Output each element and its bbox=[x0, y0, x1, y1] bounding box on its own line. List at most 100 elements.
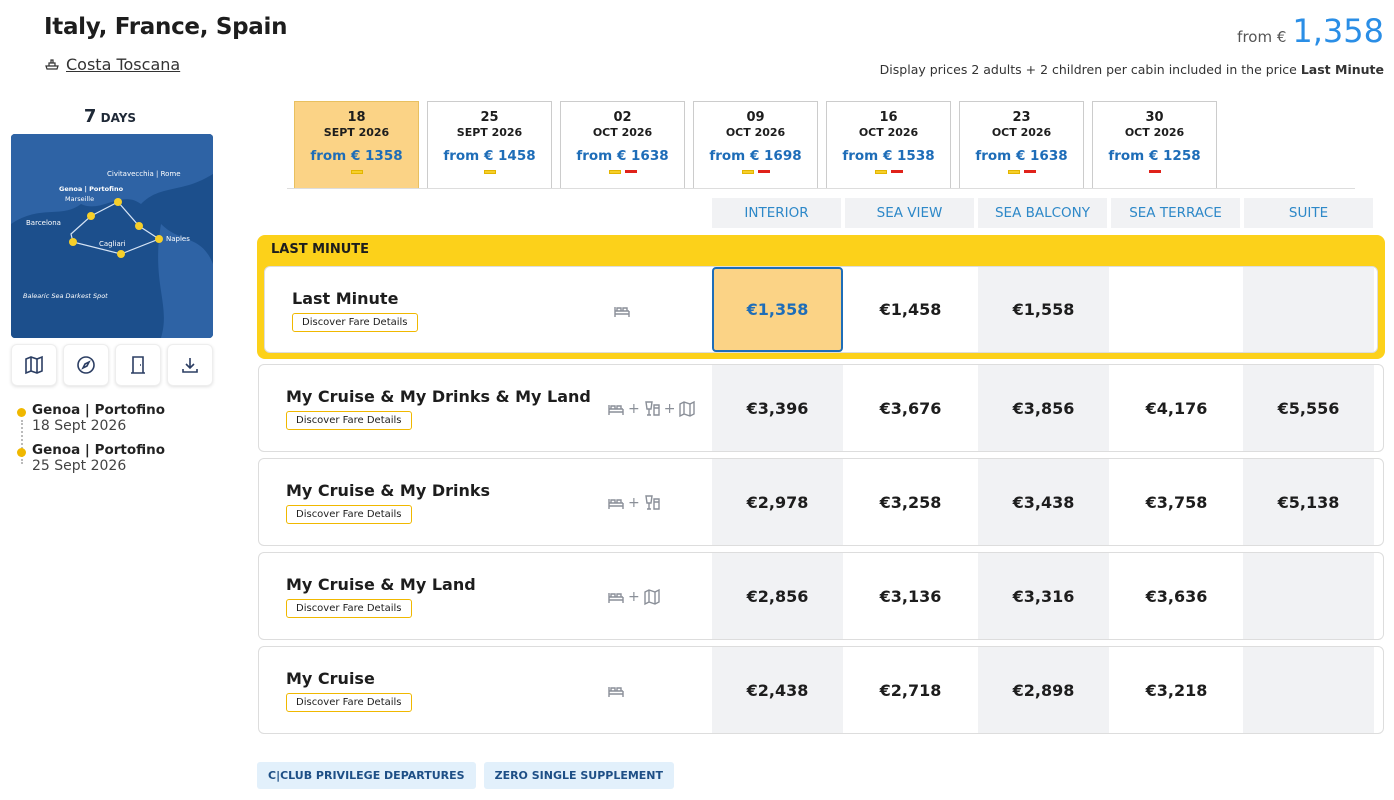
date-tab-month: OCT 2026 bbox=[991, 126, 1052, 139]
fare-row: My Cruise & My Drinks Discover Fare Detai… bbox=[258, 458, 1384, 546]
price-cell[interactable]: €5,138 bbox=[1243, 459, 1374, 545]
days-label: DAYS bbox=[100, 111, 137, 125]
price-cell[interactable]: €3,636 bbox=[1111, 553, 1242, 639]
fare-name: My Cruise bbox=[286, 669, 375, 688]
date-tab-day: 18 bbox=[347, 110, 366, 125]
badges: C|CLUB PRIVILEGE DEPARTURES ZERO SINGLE … bbox=[257, 762, 675, 789]
price-cell[interactable]: €3,758 bbox=[1111, 459, 1242, 545]
map-label-cagliari: Cagliari bbox=[99, 240, 126, 248]
price-cell[interactable]: €3,856 bbox=[978, 365, 1109, 451]
date-tab[interactable]: 02 OCT 2026 from € 1638 bbox=[560, 101, 685, 189]
date-tab-month: OCT 2026 bbox=[592, 126, 653, 139]
cabin-icon bbox=[608, 593, 624, 603]
itinerary-map[interactable]: Civitavecchia | Rome Genoa | Portofino M… bbox=[11, 134, 213, 338]
discover-fare-details-button[interactable]: Discover Fare Details bbox=[286, 693, 412, 712]
from-price-prefix: from € bbox=[1237, 28, 1287, 46]
date-tab-day: 02 bbox=[613, 110, 632, 125]
compass-button[interactable] bbox=[63, 344, 109, 386]
price-cell bbox=[1111, 267, 1242, 352]
price-cell[interactable]: €3,676 bbox=[845, 365, 976, 451]
discover-fare-details-button[interactable]: Discover Fare Details bbox=[286, 599, 412, 618]
from-price: from € 1,358 bbox=[1237, 12, 1384, 50]
promo-marker-icon bbox=[1007, 170, 1020, 174]
map-toolbar bbox=[11, 344, 213, 386]
date-tab[interactable]: 25 SEPT 2026 from € 1458 bbox=[427, 101, 552, 189]
map-label-civitavecchia: Civitavecchia | Rome bbox=[107, 170, 181, 178]
price-cell[interactable]: €3,218 bbox=[1111, 647, 1242, 733]
cabin-button[interactable] bbox=[115, 344, 161, 386]
discover-fare-details-button[interactable]: Discover Fare Details bbox=[292, 313, 418, 332]
route-map-graphic: Civitavecchia | Rome Genoa | Portofino M… bbox=[11, 134, 213, 338]
days-number: 7 bbox=[83, 106, 97, 127]
price-cell[interactable]: €5,556 bbox=[1243, 365, 1374, 451]
display-note-fare: Last Minute bbox=[1300, 62, 1384, 77]
drinks-icon bbox=[644, 401, 660, 416]
ship-name: Costa Toscana bbox=[66, 55, 181, 74]
price-cell[interactable]: €2,718 bbox=[845, 647, 976, 733]
price-cell[interactable]: €3,258 bbox=[845, 459, 976, 545]
date-tab[interactable]: 09 OCT 2026 from € 1698 bbox=[693, 101, 818, 189]
club-privilege-badge[interactable]: C|CLUB PRIVILEGE DEPARTURES bbox=[257, 762, 476, 789]
port-name: Genoa | Portofino bbox=[32, 442, 166, 458]
date-tab[interactable]: 30 OCT 2026 from € 1258 bbox=[1092, 101, 1217, 189]
price-cell[interactable]: €3,438 bbox=[978, 459, 1109, 545]
discover-fare-details-button[interactable]: Discover Fare Details bbox=[286, 411, 412, 430]
fare-row: My Cruise Discover Fare Details €2,438 €2,7… bbox=[258, 646, 1384, 734]
price-cell[interactable]: €3,316 bbox=[978, 553, 1109, 639]
price-cell[interactable]: €1,458 bbox=[845, 267, 976, 352]
alert-marker-icon bbox=[1023, 170, 1036, 173]
departure-date-tabs: 18 SEPT 2026 from € 1358 25 SEPT 2026 from € … bbox=[294, 101, 1217, 189]
price-cell[interactable]: €1,358 bbox=[712, 267, 843, 352]
promo-marker-icon bbox=[483, 170, 496, 174]
ship-icon bbox=[45, 58, 59, 70]
col-head-sea-terrace: SEA TERRACE bbox=[1111, 198, 1240, 228]
plus-icon: + bbox=[628, 401, 640, 417]
price-cell[interactable]: €4,176 bbox=[1111, 365, 1242, 451]
port-item: Genoa | Portofino 18 Sept 2026 bbox=[17, 402, 237, 434]
zero-single-supplement-badge[interactable]: ZERO SINGLE SUPPLEMENT bbox=[483, 762, 675, 789]
fare-name: My Cruise & My Drinks & My Land bbox=[286, 387, 591, 406]
discover-fare-details-button[interactable]: Discover Fare Details bbox=[286, 505, 412, 524]
price-cell[interactable]: €1,558 bbox=[978, 267, 1109, 352]
price-cell[interactable]: €3,136 bbox=[845, 553, 976, 639]
cabin-icon bbox=[608, 687, 624, 697]
fare-row-last-minute: Last Minute Discover Fare Details €1,358 €1… bbox=[264, 266, 1378, 353]
fare-includes-icons: + + bbox=[607, 400, 696, 418]
date-tab-markers bbox=[295, 170, 418, 176]
date-tab[interactable]: 16 OCT 2026 from € 1538 bbox=[826, 101, 951, 189]
port-item: Genoa | Portofino 25 Sept 2026 bbox=[17, 442, 237, 474]
price-cell[interactable]: €2,898 bbox=[978, 647, 1109, 733]
date-tab-markers bbox=[1093, 170, 1216, 176]
price-cell[interactable]: €3,396 bbox=[712, 365, 843, 451]
price-cell[interactable]: €2,856 bbox=[712, 553, 843, 639]
date-tab-month: OCT 2026 bbox=[1124, 126, 1185, 139]
fare-row: My Cruise & My Drinks & My Land Discover … bbox=[258, 364, 1384, 452]
date-tab-price: from € 1258 bbox=[1108, 148, 1201, 164]
price-cell[interactable]: €2,438 bbox=[712, 647, 843, 733]
price-cell[interactable]: €2,978 bbox=[712, 459, 843, 545]
fare-includes-icons bbox=[607, 682, 625, 700]
land-map-icon bbox=[644, 588, 660, 606]
map-label-naples: Naples bbox=[166, 235, 190, 243]
promo-marker-icon bbox=[608, 170, 621, 174]
map-view-button[interactable] bbox=[11, 344, 57, 386]
date-tab-month: SEPT 2026 bbox=[456, 126, 523, 139]
date-tab[interactable]: 18 SEPT 2026 from € 1358 bbox=[294, 101, 419, 189]
date-tab-month: SEPT 2026 bbox=[323, 126, 390, 139]
cabin-type-headers: INTERIOR SEA VIEW SEA BALCONY SEA TERRAC… bbox=[712, 198, 1373, 228]
port-list: Genoa | Portofino 18 Sept 2026 Genoa | P… bbox=[17, 402, 237, 482]
date-tab-markers bbox=[694, 170, 817, 176]
date-tab-price: from € 1358 bbox=[310, 148, 403, 164]
col-head-sea-balcony: SEA BALCONY bbox=[978, 198, 1107, 228]
map-label-barcelona: Barcelona bbox=[26, 219, 61, 227]
port-name: Genoa | Portofino bbox=[32, 402, 166, 418]
plus-icon: + bbox=[628, 589, 640, 605]
fare-name: My Cruise & My Land bbox=[286, 575, 476, 594]
fare-row: My Cruise & My Land Discover Fare Details… bbox=[258, 552, 1384, 640]
download-button[interactable] bbox=[167, 344, 213, 386]
date-tab-price: from € 1638 bbox=[975, 148, 1068, 164]
cabin-icon bbox=[608, 499, 624, 509]
ship-link[interactable]: Costa Toscana bbox=[44, 55, 180, 74]
date-tab[interactable]: 23 OCT 2026 from € 1638 bbox=[959, 101, 1084, 189]
tabs-divider bbox=[287, 188, 1355, 189]
